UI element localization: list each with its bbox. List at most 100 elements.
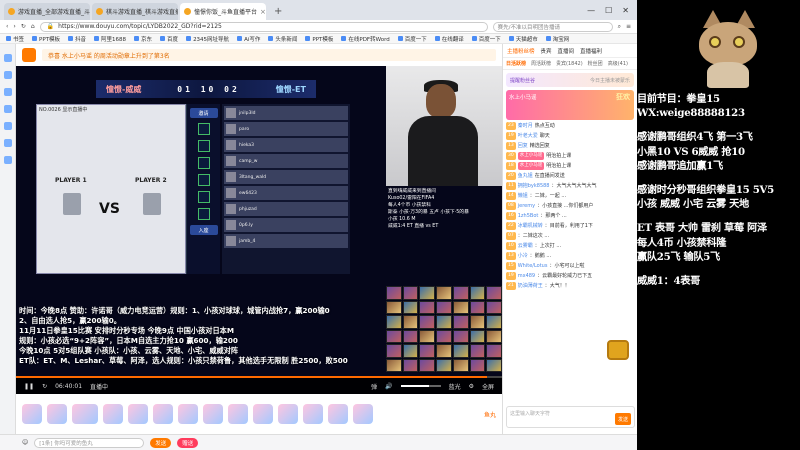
fullscreen-button[interactable]: 全屏 (482, 382, 494, 391)
game-icon[interactable] (3, 88, 12, 96)
bookmark-item[interactable]: 天猫超市 (508, 35, 538, 43)
live-icon[interactable] (3, 71, 12, 79)
gift-button[interactable]: 赠送 (177, 437, 199, 448)
bookmark-item[interactable]: 百度一下 (471, 35, 501, 43)
new-tab-icon[interactable]: + (274, 6, 282, 17)
shop-icon[interactable] (3, 156, 12, 164)
rank-tab[interactable]: 高级(41) (608, 60, 628, 67)
forward-icon[interactable]: › (13, 23, 15, 30)
chat-username[interactable]: 1zh5Bot (518, 212, 539, 220)
chat-username[interactable]: jeremy (518, 202, 535, 210)
treasure-chest-icon[interactable] (607, 340, 629, 360)
quality-selector[interactable]: 蓝光 (449, 382, 461, 391)
home-icon[interactable] (3, 54, 12, 62)
gift-item[interactable] (203, 404, 223, 424)
chat-username[interactable]: 冰霸机械转 (518, 222, 543, 230)
bookmark-item[interactable]: 抖音 (68, 35, 86, 43)
gift-item[interactable] (47, 404, 67, 424)
maximize-icon[interactable]: ☐ (605, 6, 612, 15)
chat-username[interactable]: 鱼丸姐 (518, 172, 533, 180)
bookmark-item[interactable]: 百度一下 (397, 35, 427, 43)
chat-username[interactable]: 秦时月 (518, 122, 533, 130)
gift-item[interactable] (72, 404, 98, 424)
gift-item[interactable] (228, 404, 248, 424)
chat-top-item[interactable]: 直播福利 (580, 47, 602, 55)
bookmark-item[interactable]: 在线翻译 (434, 35, 464, 43)
fishball-balance[interactable]: 鱼丸 (484, 410, 496, 419)
chat-send-button[interactable]: 发送 (615, 413, 631, 425)
bookmark-item[interactable]: 2345网址导航 (186, 35, 229, 43)
rank-tab[interactable]: 粉丝团 (588, 60, 603, 67)
volume-icon[interactable]: 🔊 (385, 383, 392, 390)
bookmark-item[interactable]: PPT模板 (32, 35, 60, 43)
menu-icon[interactable]: ≡ (626, 23, 631, 30)
fan-strip[interactable]: 提醒粉丝谷 今日主播未被蒙乐 (506, 73, 634, 87)
hero-portrait (386, 300, 402, 314)
search-icon[interactable]: ⌕ (618, 23, 621, 31)
chat-username[interactable]: 叶老大爱 (518, 132, 538, 140)
gift-item[interactable] (278, 404, 298, 424)
browser-tab-active[interactable]: 憧憬你饭_斗鱼直播平台 × (180, 3, 266, 20)
browser-search-input[interactable]: 赛先/不准以目明团告播请 (492, 21, 613, 32)
chat-top-item[interactable]: 直播间 (558, 47, 575, 55)
gift-item[interactable] (328, 404, 348, 424)
rank-tab[interactable]: 周活跃榜 (531, 60, 551, 67)
url-field[interactable]: 🔒 https://www.douyu.com/topic/LYDB2022_G… (39, 21, 488, 32)
gift-item[interactable] (103, 404, 123, 424)
bookmark-item[interactable]: PPT模板 (305, 35, 333, 43)
gift-item[interactable] (22, 404, 42, 424)
video-icon[interactable] (3, 139, 12, 147)
close-window-icon[interactable]: ✕ (622, 6, 629, 15)
bookmark-item[interactable]: 阿里1688 (94, 35, 126, 43)
bottom-chat-input[interactable]: [1条] 你吗可爱的鱼丸 (34, 437, 145, 448)
chat-username[interactable]: 回复 (518, 142, 528, 150)
close-icon[interactable]: × (260, 8, 266, 16)
gift-item[interactable] (178, 404, 198, 424)
refresh-icon[interactable]: ↻ (42, 383, 47, 390)
home-icon[interactable]: ⌂ (31, 23, 35, 30)
back-icon[interactable]: ‹ (6, 23, 8, 30)
send-button[interactable]: 发送 (150, 437, 172, 448)
chat-username[interactable]: 懒姐 (518, 192, 528, 200)
chat-top-item[interactable]: 贵宾 (541, 47, 552, 55)
video-player[interactable]: 憧憬-威威 01 10 02 憧憬-ET NO.0026 显示直播中 PLAYE… (16, 66, 502, 394)
announcement-banner[interactable]: 恭喜 水上小马谣 的周活动勋章上升到了第3名 (42, 49, 496, 61)
bookmark-item[interactable]: Ai写作 (237, 35, 260, 43)
hero-portrait (469, 315, 486, 329)
follow-icon[interactable] (3, 105, 12, 113)
volume-slider[interactable] (400, 385, 441, 387)
bookmark-item[interactable]: 百度 (160, 35, 178, 43)
settings-icon[interactable]: ⚙ (469, 383, 474, 390)
gift-item[interactable] (303, 404, 323, 424)
emoji-icon[interactable]: ☺ (22, 439, 28, 446)
chat-top-item[interactable]: 主播粉丝榜 (507, 47, 535, 55)
gift-item[interactable] (353, 404, 373, 424)
bookmark-item[interactable]: 书签 (6, 35, 24, 43)
reload-icon[interactable]: ↻ (21, 23, 26, 30)
rank-tab[interactable]: 日活跃榜 (506, 60, 526, 67)
promo-banner[interactable]: 水上小马谣 狂欢 (506, 90, 634, 120)
chat-username[interactable]: 奶油薄荷王 (518, 282, 543, 290)
chat-username[interactable]: 小冷 (518, 252, 528, 260)
browser-tab[interactable]: 棋斗游戏直播_棋斗游戏直播 × (92, 3, 178, 20)
minimize-icon[interactable]: — (587, 6, 595, 15)
category-icon[interactable] (3, 122, 12, 130)
gift-item[interactable] (153, 404, 173, 424)
chat-username[interactable]: 拥抱byk8588 (518, 182, 550, 190)
gift-item[interactable] (253, 404, 273, 424)
rank-tab[interactable]: 贵宾(1842) (556, 60, 583, 67)
bookmark-item[interactable]: 在线PDF转Word (341, 35, 390, 43)
bookmark-item[interactable]: 头条新闻 (268, 35, 297, 43)
chat-username[interactable]: White/Lotus (518, 262, 548, 270)
overlay-line: 小孩 威威 小宅 云雾 天地 (637, 198, 749, 211)
chat-username[interactable]: mx489 (518, 272, 535, 280)
danmu-icon[interactable]: 弹 (371, 382, 377, 391)
gift-item[interactable] (128, 404, 148, 424)
chat-username[interactable]: 云雾霸 (518, 242, 533, 250)
bookmark-item[interactable]: 淘宝网 (545, 35, 569, 43)
bookmark-label: 京东 (141, 36, 153, 43)
play-pause-icon[interactable]: ❚❚ (24, 383, 34, 390)
bookmark-item[interactable]: 京东 (134, 35, 152, 43)
browser-tab[interactable]: 游戏直播_全部游戏直播_斗鱼直播 × (4, 3, 90, 20)
streamer-avatar[interactable] (22, 48, 36, 62)
